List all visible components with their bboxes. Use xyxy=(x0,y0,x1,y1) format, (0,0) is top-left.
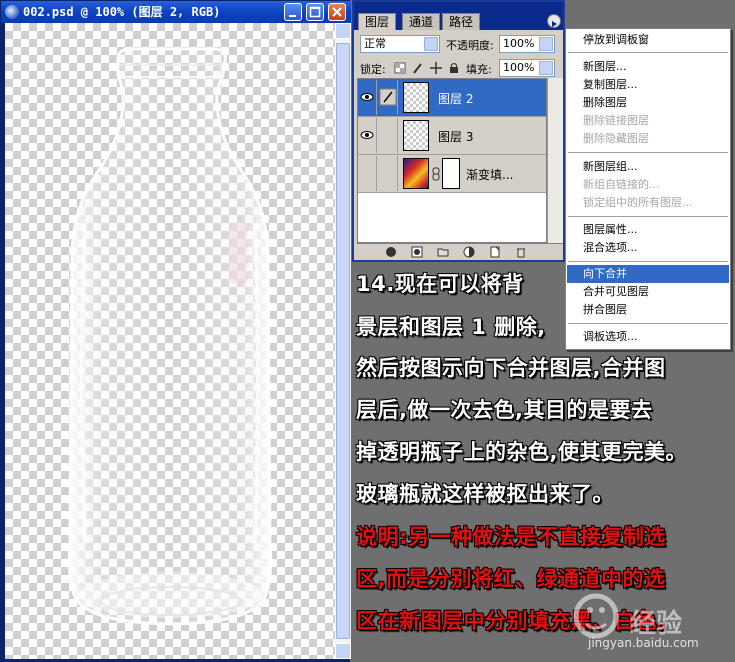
layers-bottom-toolbar xyxy=(357,243,563,260)
lock-all-icon[interactable] xyxy=(448,62,460,74)
menu-separator xyxy=(568,52,728,53)
visibility-toggle[interactable] xyxy=(359,118,377,153)
add-mask-icon[interactable] xyxy=(411,246,423,258)
chevron-down-icon xyxy=(424,37,438,51)
scroll-up-arrow-icon[interactable] xyxy=(335,23,351,39)
layer-name: 图层 3 xyxy=(438,130,474,144)
eye-icon xyxy=(360,131,374,139)
fill-label: 填充: xyxy=(466,63,492,76)
menu-item-layer-properties[interactable]: 图层属性... xyxy=(567,221,729,239)
menu-item-duplicate-layer[interactable]: 复制图层... xyxy=(567,76,729,94)
new-layer-icon[interactable] xyxy=(489,246,501,258)
document-canvas[interactable] xyxy=(5,23,335,659)
menu-item-lock-all-layers-in-set: 锁定组中的所有图层... xyxy=(583,196,693,209)
layer-style-icon[interactable] xyxy=(385,246,397,258)
minimize-button[interactable] xyxy=(284,3,302,21)
menu-item-new-set-from-linked: 新组自链接的... xyxy=(583,178,660,191)
chevron-right-icon xyxy=(539,61,553,75)
document-vertical-scrollbar[interactable] xyxy=(335,23,351,659)
watermark-url-text: jingyan.baidu.com xyxy=(588,636,699,650)
scroll-down-arrow-icon[interactable] xyxy=(335,643,351,659)
trash-delete-icon[interactable] xyxy=(515,246,527,258)
document-title: 002.psd @ 100% (图层 2, RGB) xyxy=(23,5,221,19)
layer-edit-toggle[interactable] xyxy=(378,80,398,115)
opacity-label: 不透明度: xyxy=(446,39,494,52)
opacity-value: 100% xyxy=(503,37,535,50)
menu-item-new-layer[interactable]: 新图层... xyxy=(567,58,729,76)
link-chain-icon xyxy=(432,167,440,181)
menu-item-delete-layer[interactable]: 删除图层 xyxy=(567,94,729,112)
visibility-toggle[interactable] xyxy=(359,80,377,115)
opacity-field[interactable]: 100% xyxy=(499,35,555,53)
menu-item-blending-options[interactable]: 混合选项... xyxy=(567,239,729,257)
menu-separator xyxy=(568,261,728,262)
layer-list-scrollbar[interactable] xyxy=(547,78,563,243)
menu-item-dock-to-palette-well[interactable]: 停放到调板窗 xyxy=(567,31,729,49)
layers-panel: 图层 通道 路径 正常 不透明度: 100% 锁定: 填充: 100% 图层 2… xyxy=(352,0,565,262)
minimize-icon xyxy=(289,15,296,17)
visibility-toggle[interactable] xyxy=(359,156,377,191)
lock-transparency-icon[interactable] xyxy=(394,62,406,74)
layer-name: 渐变填... xyxy=(466,168,514,182)
panel-tabbar: 图层 通道 路径 xyxy=(354,2,563,30)
maximize-button[interactable] xyxy=(306,3,324,21)
layer-row-2[interactable]: 图层 2 xyxy=(358,79,546,117)
document-window: 002.psd @ 100% (图层 2, RGB) xyxy=(0,0,351,662)
menu-separator xyxy=(568,152,728,153)
instruction-line-6: 玻璃瓶就这样被抠出来了。 xyxy=(356,482,614,506)
menu-arrow-icon xyxy=(552,21,557,27)
menu-item-palette-options[interactable]: 调板选项... xyxy=(567,328,729,346)
scrollbar-thumb[interactable] xyxy=(336,43,350,639)
layer-thumbnail xyxy=(403,82,429,113)
menu-separator xyxy=(568,216,728,217)
blend-mode-select[interactable]: 正常 xyxy=(360,35,440,53)
new-group-folder-icon[interactable] xyxy=(437,246,449,258)
maximize-icon xyxy=(309,6,321,18)
menu-item-merge-visible[interactable]: 合并可见图层 xyxy=(567,283,729,301)
lock-image-brush-icon[interactable] xyxy=(412,62,424,74)
tab-paths[interactable]: 路径 xyxy=(442,13,481,30)
tab-layers[interactable]: 图层 xyxy=(358,13,397,30)
menu-item-delete-hidden-layers: 删除隐藏图层 xyxy=(583,132,649,145)
gradient-thumbnail xyxy=(403,158,429,189)
layer-row-3[interactable]: 图层 3 xyxy=(358,117,546,155)
layer-thumbnail xyxy=(403,120,429,151)
glass-bottle-image xyxy=(67,47,273,626)
eye-icon xyxy=(360,93,374,101)
menu-separator xyxy=(568,323,728,324)
photoshop-app-icon[interactable] xyxy=(5,5,19,19)
tab-channels[interactable]: 通道 xyxy=(402,13,441,30)
layer-mask-thumbnail xyxy=(442,158,460,189)
lock-position-move-icon[interactable] xyxy=(430,62,442,74)
layers-panel-menu: 停放到调板窗 新图层... 复制图层... 删除图层 删除链接图层 删除隐藏图层… xyxy=(565,28,731,350)
menu-item-merge-down[interactable]: 向下合并 xyxy=(567,265,729,283)
chevron-right-icon xyxy=(539,37,553,51)
menu-item-new-layer-set[interactable]: 新图层组... xyxy=(567,158,729,176)
instruction-line-4: 层后,做一次去色,其目的是要去 xyxy=(356,398,653,422)
layer-list: 图层 2 图层 3 渐变填... xyxy=(357,78,547,243)
instruction-line-3: 然后按图示向下合并图层,合并图 xyxy=(356,356,666,380)
layer-edit-toggle[interactable] xyxy=(378,118,398,153)
blend-mode-value: 正常 xyxy=(364,37,386,50)
close-button[interactable] xyxy=(328,3,346,21)
instruction-line-5: 掉透明瓶子上的杂色,使其更完美。 xyxy=(356,440,687,464)
layer-edit-toggle[interactable] xyxy=(378,156,398,191)
panel-menu-button[interactable] xyxy=(547,14,561,28)
fill-value: 100% xyxy=(503,61,535,74)
note-line-1: 说明:另一种做法是不直接复制选 xyxy=(356,525,666,549)
menu-item-delete-linked-layers: 删除链接图层 xyxy=(583,114,649,127)
adjustment-layer-icon[interactable] xyxy=(463,246,475,258)
menu-item-flatten-image[interactable]: 拼合图层 xyxy=(567,301,729,319)
paintbrush-icon xyxy=(379,88,397,106)
instruction-line-1: 14.现在可以将背 xyxy=(356,272,524,296)
lock-label: 锁定: xyxy=(360,63,386,76)
close-icon xyxy=(332,7,342,17)
instruction-line-2: 景层和图层 1 删除, xyxy=(356,315,546,339)
fill-field[interactable]: 100% xyxy=(499,59,555,77)
watermark-brand-text: 经验 xyxy=(630,609,683,639)
layer-row-gradient-fill[interactable]: 渐变填... xyxy=(358,155,546,193)
layer-name: 图层 2 xyxy=(438,92,474,106)
